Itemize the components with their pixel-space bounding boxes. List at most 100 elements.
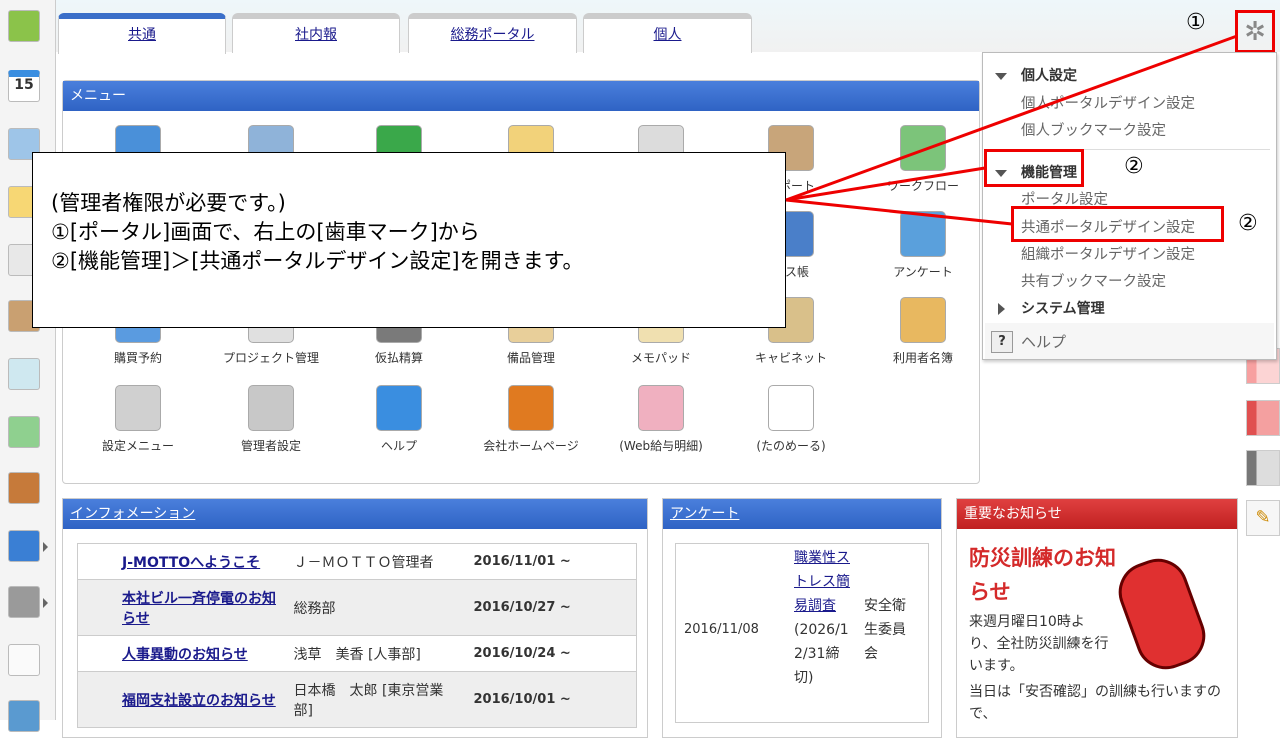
menu-item-label: 利用者名簿 [892,351,953,365]
info-author: 浅草 美香 [人事部] [287,635,468,672]
survey-icon[interactable] [8,358,40,390]
color-swatch[interactable] [1246,400,1280,436]
tab-3[interactable]: 個人 [583,13,752,53]
menu-item-label: 会社ホームページ [483,439,579,453]
menu-item-label: 仮払精算 [374,351,423,365]
info-title-link[interactable]: J-MOTTOへようこそ [122,555,260,571]
tab-label[interactable]: 共通 [128,27,156,43]
sidebar: 15 [0,0,56,732]
info-title-link[interactable]: 福岡支社設立のお知らせ [122,693,276,709]
menu-item-label: メモパッド [630,351,691,365]
gear-icon[interactable]: ✲ [1235,10,1275,53]
instruction-callout: (管理者権限が必要です。) ①[ポータル]画面で、右上の[歯車マーク]から ②[… [32,152,786,328]
menu-item-shared-bookmark[interactable]: 共有ブックマーク設定 [1021,270,1166,291]
tanomeru-icon[interactable] [8,644,40,676]
tab-0[interactable]: 共通 [58,13,226,54]
workflow-icon[interactable] [8,416,40,448]
calendar-icon[interactable]: 15 [8,70,40,102]
menu-item[interactable]: アンケート [863,211,983,280]
info-author: Ｊ－ＭＯＴＴＯ管理者 [287,543,468,580]
notice-header: 重要なお知らせ [957,499,1237,529]
app-icon [768,385,814,431]
menu-item-label: 管理者設定 [240,439,301,453]
highlight-function [984,149,1084,187]
marker-two: ② [1124,154,1144,179]
table-row: 福岡支社設立のお知らせ 日本橋 太郎 [東京営業部] 2016/10/01 ~ [77,671,637,728]
menu-item-label: キャビネット [754,351,827,365]
notice-body: 来週月曜日10時より、全社防災訓練を行います。 [969,614,1109,674]
callout-line-2: ①[ポータル]画面で、右上の[歯車マーク]から [51,220,480,244]
app-icon [638,385,684,431]
portal-icon[interactable] [8,10,40,42]
information-panel: インフォメーション J-MOTTOへようこそ Ｊ－ＭＯＴＴＯ管理者 2016/11/… [62,498,648,738]
cabinet-icon[interactable] [8,472,40,504]
menu-item[interactable]: 設定メニュー [78,385,198,454]
menu-item[interactable]: ワークフロー [863,125,983,194]
notice-panel: 重要なお知らせ 防災訓練のお知らせ 来週月曜日10時より、全社防災訓練を行います… [956,498,1238,738]
info-title-link[interactable]: 本社ビル一斉停電のお知らせ [122,591,276,627]
help-icon: ? [991,331,1013,353]
tab-label[interactable]: 個人 [654,27,682,43]
fire-extinguisher-icon [1110,550,1214,678]
app-icon [900,297,946,343]
tab-label[interactable]: 社内報 [295,27,337,43]
folder-icon[interactable] [8,586,48,618]
help-label: ヘルプ [1021,333,1067,351]
menu-item[interactable]: 利用者名簿 [863,297,983,366]
information-table: J-MOTTOへようこそ Ｊ－ＭＯＴＴＯ管理者 2016/11/01 ~ 本社ビル一斉… [77,543,637,728]
survey-panel: アンケート 2016/11/08 職業性ストレス簡易調査 (2026/12/31締… [662,498,942,738]
menu-item[interactable]: 会社ホームページ [471,385,591,454]
highlight-common-design [1011,206,1224,242]
info-author: 日本橋 太郎 [東京営業部] [287,671,468,728]
app-icon [248,385,294,431]
survey-deadline: (2026/12/31締切) [794,622,849,686]
menu-item-label: プロジェクト管理 [222,351,319,365]
menu-item-org-design[interactable]: 組織ポータルデザイン設定 [1021,243,1195,264]
section-system[interactable]: システム管理 [1021,298,1105,318]
info-date: 2016/11/01 ~ [467,543,637,580]
information-title-link[interactable]: インフォメーション [70,506,195,522]
menu-item[interactable]: ヘルプ [339,385,459,454]
menu-item-label: 設定メニュー [101,439,174,453]
caret-down-icon [995,73,1007,80]
tab-label[interactable]: 総務ポータル [451,27,535,43]
survey-row: 2016/11/08 職業性ストレス簡易調査 (2026/12/31締切) 安全衛… [675,543,929,723]
info-author: 総務部 [287,579,468,636]
tab-2[interactable]: 総務ポータル [408,13,577,53]
menu-item[interactable]: 管理者設定 [211,385,331,454]
callout-line-3: ②[機能管理]＞[共通ポータルデザイン設定]を開きます。 [51,249,584,273]
table-row: J-MOTTOへようこそ Ｊ－ＭＯＴＴＯ管理者 2016/11/01 ~ [77,543,637,580]
table-row: 本社ビル一斉停電のお知らせ 総務部 2016/10/27 ~ [77,579,637,636]
help-row[interactable]: ? ヘルプ [985,323,1274,359]
calendar-day: 15 [14,77,34,93]
table-row: 人事異動のお知らせ 浅草 美香 [人事部] 2016/10/24 ~ [77,635,637,672]
marker-two: ② [1238,211,1258,236]
color-swatch[interactable] [1246,450,1280,486]
menu-item-personal-design[interactable]: 個人ポータルデザイン設定 [1021,92,1195,113]
expand-arrow-icon [43,542,48,552]
menu-item[interactable]: (Web給与明細) [601,385,721,454]
survey-date: 2016/11/08 [684,622,759,637]
menu-item-personal-bookmark[interactable]: 個人ブックマーク設定 [1021,119,1166,140]
app-icon [376,385,422,431]
banner-icon[interactable] [8,700,40,732]
pencil-icon[interactable]: ✎ [1246,500,1280,536]
tab-1[interactable]: 社内報 [232,13,400,53]
neo-icon[interactable] [8,530,48,562]
menu-item-label: 備品管理 [506,351,555,365]
app-icon [508,385,554,431]
expand-arrow-icon [43,598,48,608]
info-date: 2016/10/27 ~ [467,579,637,636]
marker-one: ① [1186,10,1206,35]
menu-item-label: 購買予約 [113,351,162,365]
section-personal[interactable]: 個人設定 [1021,65,1077,85]
info-title-link[interactable]: 人事異動のお知らせ [122,647,248,663]
survey-title-link[interactable]: アンケート [670,506,739,522]
app-icon [900,211,946,257]
survey-link[interactable]: 職業性ストレス簡易調査 [794,550,850,614]
info-date: 2016/10/24 ~ [467,635,637,672]
callout-line-1: (管理者権限が必要です。) [51,191,286,215]
info-date: 2016/10/01 ~ [467,671,637,728]
app-icon [115,385,161,431]
menu-item[interactable]: (たのめーる) [731,385,851,454]
